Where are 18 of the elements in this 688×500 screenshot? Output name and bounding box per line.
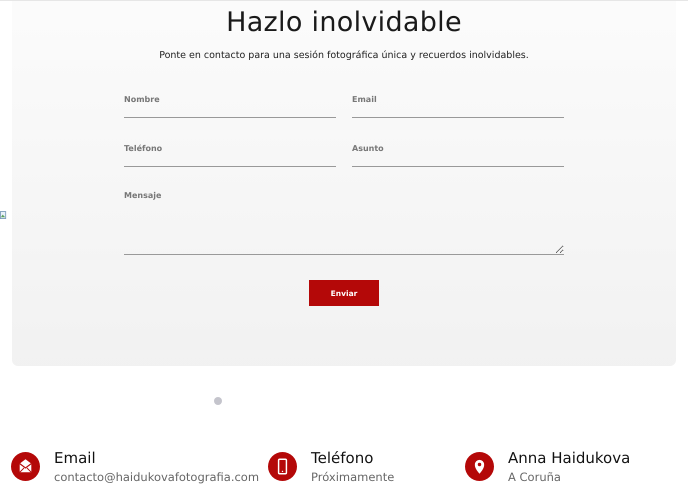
envelope-icon — [11, 452, 40, 481]
contact-title: Teléfono — [311, 448, 374, 468]
contact-detail: Próximamente — [311, 470, 394, 484]
form-subtitle: Ponte en contacto para una sesión fotográfica única y recuerdos inolvidables. — [159, 50, 529, 61]
contact-title: Email — [54, 448, 97, 468]
input-field[interactable]: Nombre — [124, 91, 336, 118]
contact-title: Anna Haidukova — [508, 448, 630, 468]
loading-dot-icon — [214, 397, 222, 405]
message-field[interactable]: Mensaje — [124, 191, 564, 255]
contact-detail: A Coruña — [508, 470, 562, 484]
contact-detail: contacto@haidukovafotografia.com — [54, 470, 260, 484]
phone-icon — [268, 452, 297, 481]
broken-image-icon — [0, 211, 7, 220]
input-field[interactable]: Asunto — [352, 140, 564, 167]
input-field[interactable]: Email — [352, 91, 564, 118]
input-field[interactable]: Teléfono — [124, 140, 336, 167]
map-pin-icon — [465, 452, 494, 481]
form-title: Hazlo inolvidable — [226, 6, 462, 40]
